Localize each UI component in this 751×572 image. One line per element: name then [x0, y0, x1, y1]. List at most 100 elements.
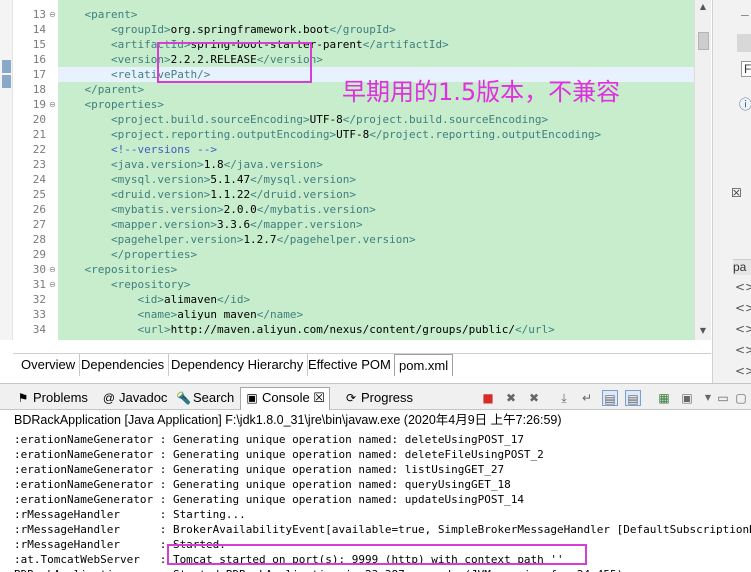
console-line[interactable]: BDRackApplication : Started BDRackApplic… [14, 567, 623, 572]
line-number: 18 [32, 83, 46, 96]
xml-value: 1.2.7 [243, 233, 277, 246]
console-view-tabbar: ⚑ Problems @ Javadoc 🔦 Search ▣ Console ☒ ⟳ Progr… [0, 383, 751, 410]
outline-element-icon[interactable]: <> [735, 364, 751, 378]
code-line[interactable]: <groupId>org.springframework.boot</group… [58, 22, 694, 37]
code-line[interactable]: <pagehelper.version>1.2.7</pagehelper.ve… [58, 232, 694, 247]
xml-tag: <id> [58, 293, 164, 306]
outline-element-icon[interactable]: <> [735, 280, 751, 294]
xml-value: 3.3.6 [216, 218, 251, 231]
tab-console[interactable]: ▣ Console ☒ [240, 387, 330, 410]
line-number: 14 [32, 23, 46, 36]
console-line[interactable]: :erationNameGenerator : Generating uniqu… [14, 432, 524, 447]
console-line[interactable]: :erationNameGenerator : Generating uniqu… [14, 447, 544, 462]
xml-tag: <url> [58, 323, 171, 336]
ruler-change-marker [2, 60, 11, 73]
xml-tag: <pagehelper.version> [58, 233, 244, 246]
tab-label: Progress [361, 390, 414, 405]
display-selected-icon[interactable]: ▣ [679, 390, 695, 406]
code-line[interactable]: <id>alimaven</id> [58, 292, 694, 307]
line-number: 31 [32, 278, 46, 291]
scroll-up-arrow-icon[interactable]: ▲ [695, 2, 711, 11]
javadoc-icon: @ [102, 391, 116, 405]
xml-value: UTF-8 [336, 128, 370, 141]
code-line[interactable]: <version>2.2.2.RELEASE</version> [58, 52, 694, 67]
open-console-icon[interactable]: ▭ [715, 390, 731, 406]
xml-editor[interactable]: 13 ⊖ 14 15 16 17 18 19 ⊖ 20 21 22 23 24 25 26 27 28 29 30 ⊖ 3… [0, 0, 711, 340]
tomcat-port-highlight-box [167, 544, 587, 565]
panel-minimize-icon[interactable]: ‒ [741, 6, 749, 22]
console-line[interactable]: :rMessageHandler : BrokerAvailabilityEve… [14, 522, 751, 537]
fold-toggle-icon[interactable]: ⊖ [49, 7, 56, 22]
xml-value: 1.8 [203, 158, 224, 171]
xml-tag: </properties> [58, 248, 198, 261]
editor-vertical-scrollbar[interactable]: ▲ ▼ [694, 0, 711, 340]
remove-launch-icon[interactable]: ✖ [503, 390, 519, 406]
maximize-icon[interactable]: ▢ [733, 390, 749, 406]
editor-tab-effective-pom[interactable]: Effective POM [304, 354, 396, 376]
console-line[interactable]: :erationNameGenerator : Generating uniqu… [14, 477, 511, 492]
code-line[interactable]: <project.build.sourceEncoding>UTF-8</pro… [58, 112, 694, 127]
console-line[interactable]: :rMessageHandler : Starting... [14, 507, 246, 522]
outline-element-icon[interactable]: <> [735, 343, 751, 357]
fold-toggle-icon[interactable]: ⊖ [49, 277, 56, 292]
console-line[interactable]: :erationNameGenerator : Generating uniqu… [14, 462, 504, 477]
code-line[interactable]: <project.reporting.outputEncoding>UTF-8<… [58, 127, 694, 142]
fold-toggle-icon[interactable]: ⊖ [49, 262, 56, 277]
search-icon: 🔦 [176, 391, 191, 405]
xml-tag: </name> [256, 308, 304, 321]
code-line[interactable]: <mapper.version>3.3.6</mapper.version> [58, 217, 694, 232]
tab-search[interactable]: 🔦 Search [176, 388, 234, 408]
code-line[interactable]: <!--versions --> [58, 142, 694, 157]
outline-element-icon[interactable]: <> [735, 322, 751, 336]
editor-tab-dependencies[interactable]: Dependencies [77, 354, 170, 376]
tab-problems[interactable]: ⚑ Problems [16, 388, 88, 408]
editor-tab-dependency-hierarchy[interactable]: Dependency Hierarchy [167, 354, 309, 376]
console-ruler [0, 430, 14, 572]
code-line[interactable]: <mybatis.version>2.0.0</mybatis.version> [58, 202, 694, 217]
editor-tab-overview[interactable]: Overview [17, 354, 81, 376]
tab-label: Search [193, 390, 235, 405]
panel-scroll-thumb[interactable] [737, 34, 751, 52]
code-line[interactable]: <artifactId>spring-boot-starter-parent</… [58, 37, 694, 52]
show-on-output-icon[interactable]: ▤ [602, 390, 618, 406]
terminate-icon[interactable]: ■ [480, 390, 496, 406]
filter-field[interactable]: F [741, 61, 751, 77]
close-view-icon[interactable]: ☒ [731, 186, 742, 200]
fold-toggle-icon[interactable]: ⊖ [49, 97, 56, 112]
line-number: 21 [32, 128, 46, 141]
tab-progress[interactable]: ⟳ Progress [344, 388, 413, 408]
chevron-down-icon[interactable]: ▼ [700, 390, 716, 406]
code-line[interactable]: <java.version>1.8</java.version> [58, 157, 694, 172]
xml-value: 5.1.47 [210, 173, 251, 186]
xml-tag: <mysql.version> [58, 173, 211, 186]
scroll-down-arrow-icon[interactable]: ▼ [695, 326, 711, 335]
xml-tag: </parent> [58, 83, 145, 96]
editor-tab-pom-xml[interactable]: pom.xml [394, 354, 454, 376]
code-line[interactable]: <name>aliyun maven</name> [58, 307, 694, 322]
console-icon: ▣ [246, 391, 258, 405]
tab-javadoc[interactable]: @ Javadoc [102, 388, 168, 408]
pin-console-icon[interactable]: ▦ [656, 390, 672, 406]
remove-all-icon[interactable]: ✖ [526, 390, 542, 406]
code-line[interactable]: <repository> [58, 277, 694, 292]
xml-value: aliyun maven [177, 308, 257, 321]
code-line[interactable]: </properties> [58, 247, 694, 262]
scrollbar-thumb[interactable] [698, 32, 709, 50]
tab-label: Javadoc [119, 390, 168, 405]
code-line[interactable]: <parent> [58, 7, 694, 22]
show-on-error-icon[interactable]: ▤ [625, 390, 641, 406]
code-line[interactable]: <druid.version>1.1.22</druid.version> [58, 187, 694, 202]
word-wrap-icon[interactable]: ↵ [579, 390, 595, 406]
xml-tag: <project.reporting.outputEncoding> [58, 128, 337, 141]
outline-tab[interactable]: pa [733, 259, 751, 275]
xml-tag: </mapper.version> [250, 218, 363, 231]
code-area[interactable]: <parent> <groupId>org.springframework.bo… [58, 0, 694, 340]
console-line[interactable]: :erationNameGenerator : Generating uniqu… [14, 492, 524, 507]
outline-element-icon[interactable]: <> [735, 301, 751, 315]
code-line[interactable]: <mysql.version>5.1.47</mysql.version> [58, 172, 694, 187]
code-line[interactable]: <repositories> [58, 262, 694, 277]
scroll-lock-icon[interactable]: ⤓ [556, 390, 572, 406]
xml-tag: <properties> [58, 98, 164, 111]
code-line[interactable]: <url>http://maven.aliyun.com/nexus/conte… [58, 322, 694, 337]
xml-tag: <mybatis.version> [58, 203, 224, 216]
